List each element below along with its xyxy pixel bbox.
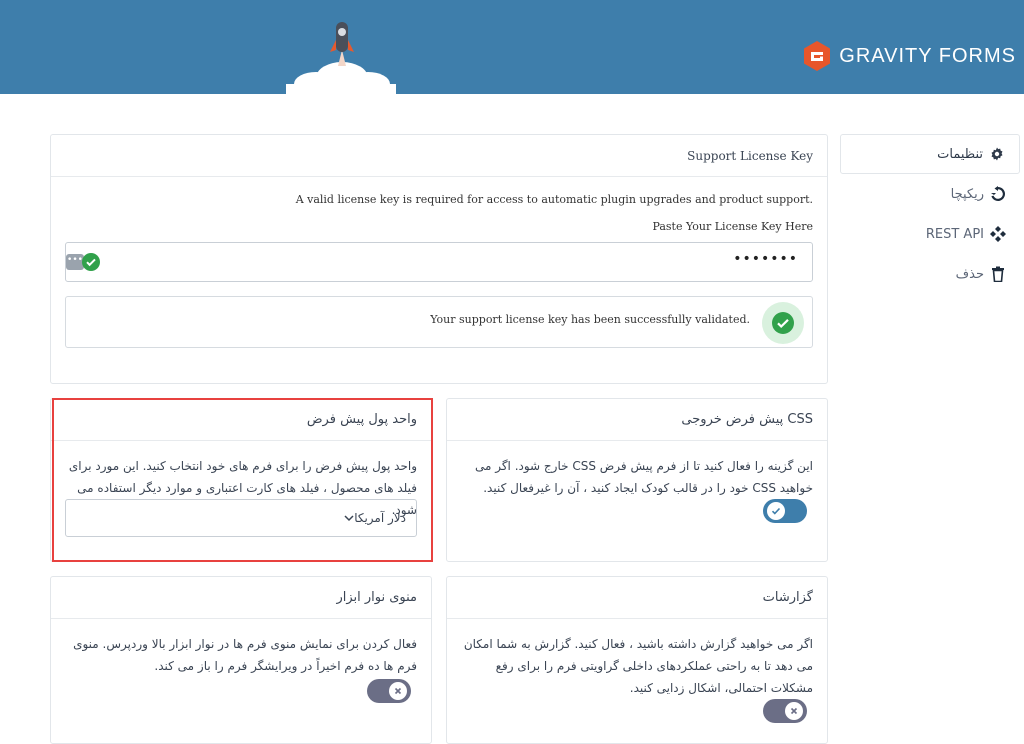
gravity-forms-logo (804, 41, 831, 71)
sidebar-item-label: تنظیمات (937, 146, 983, 162)
card-title: CSS پیش فرض خروجی (447, 399, 827, 441)
brand: GRAVITY FORMS (801, 40, 1016, 72)
sidebar-item-settings[interactable]: تنظیمات (840, 134, 1020, 174)
toggle-knob (767, 502, 785, 520)
reports-card: گزارشات اگر می خواهید گزارش داشته باشید … (446, 576, 828, 744)
validation-message: Your support license key has been succes… (430, 313, 750, 326)
top-header: GRAVITY FORMS (0, 0, 1024, 94)
card-title: واحد پول پیش فرض (51, 399, 431, 441)
license-field-label: Paste Your License Key Here (652, 220, 813, 233)
recaptcha-icon (991, 186, 1006, 201)
currency-select[interactable]: دلار آمریکا (65, 499, 417, 537)
license-key-value: ••••••• (733, 251, 798, 267)
password-manager-badges[interactable]: ••• (66, 253, 100, 271)
sidebar-item-rest-api[interactable]: REST API (840, 214, 1020, 254)
css-output-toggle[interactable] (763, 499, 807, 523)
license-key-card: Support License Key A valid license key … (50, 134, 828, 384)
sidebar-item-uninstall[interactable]: حذف (840, 254, 1020, 294)
chevron-down-icon (344, 515, 354, 522)
reports-toggle[interactable] (763, 699, 807, 723)
rocket-icon (286, 22, 396, 94)
toggle-knob (785, 702, 803, 720)
validation-message-box: Your support license key has been succes… (65, 296, 813, 348)
sidebar-item-label: REST API (925, 226, 984, 242)
sidebar-item-label: حذف (955, 266, 984, 282)
sidebar-item-recaptcha[interactable]: ریکپچا (840, 174, 1020, 214)
sidebar-item-label: ریکپچا (950, 186, 984, 202)
toggle-knob (389, 682, 407, 700)
trash-icon (992, 266, 1004, 282)
default-currency-card: واحد پول پیش فرض واحد پول پیش فرض را برا… (50, 398, 432, 562)
toolbar-menu-card: منوی نوار ابزار فعال کردن برای نمایش منو… (50, 576, 432, 744)
license-description: A valid license key is required for acce… (295, 193, 813, 206)
card-title: گزارشات (447, 577, 827, 619)
success-check-icon (762, 302, 804, 344)
brand-name: GRAVITY FORMS (839, 44, 1016, 67)
gear-icon (991, 147, 1003, 161)
settings-sidebar: تنظیمات ریکپچا REST API حذف (840, 134, 1020, 294)
css-output-card: CSS پیش فرض خروجی این گزینه را فعال کنید… (446, 398, 828, 562)
api-icon (990, 226, 1006, 242)
toolbar-menu-toggle[interactable] (367, 679, 411, 703)
valid-check-icon (82, 253, 100, 271)
card-title: منوی نوار ابزار (51, 577, 431, 619)
currency-selected-value: دلار آمریکا (354, 511, 406, 525)
card-title: Support License Key (51, 135, 827, 177)
license-key-input[interactable]: ••••••• ••• (65, 242, 813, 282)
